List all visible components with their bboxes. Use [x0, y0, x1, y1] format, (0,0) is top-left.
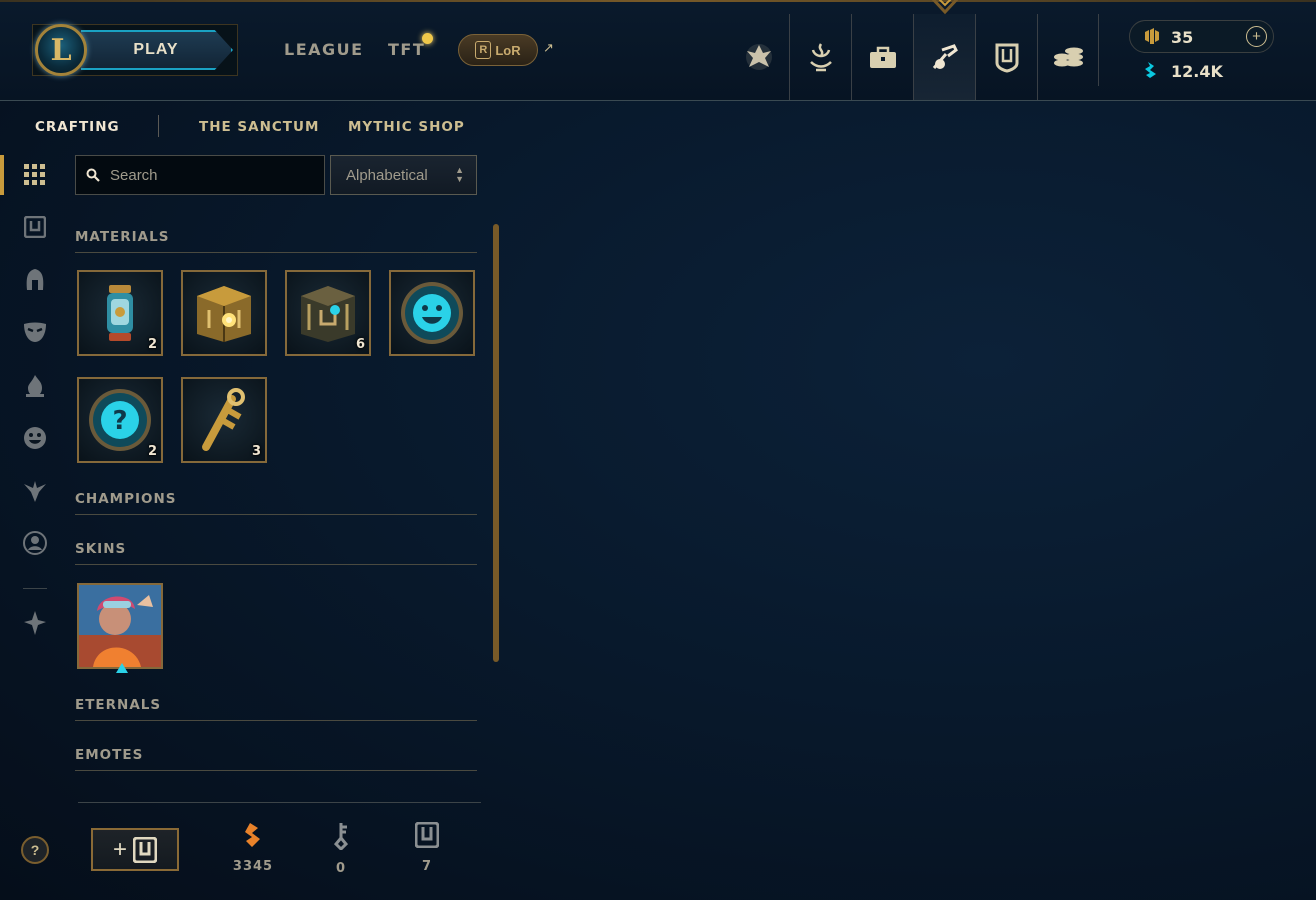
material-tile[interactable] — [389, 270, 475, 356]
key-fragment-icon — [202, 388, 245, 451]
external-link-icon: ↗ — [543, 40, 554, 55]
chest-icon — [414, 821, 440, 849]
profile-icon[interactable] — [790, 14, 852, 100]
rarity-gem-icon — [116, 663, 128, 673]
store-icon[interactable] — [1038, 14, 1100, 100]
eternals-flame-icon[interactable] — [22, 373, 48, 399]
lor-button[interactable]: R LoR — [458, 34, 538, 66]
search-icon — [86, 168, 100, 182]
main-icon-nav — [728, 14, 1100, 100]
chest-stat: 7 — [397, 821, 457, 874]
key-stat: 0 — [311, 822, 371, 876]
material-tile[interactable]: 2 — [77, 270, 163, 356]
key-icon — [333, 823, 349, 852]
plus-label: + — [112, 835, 127, 863]
rp-balance: 35 — [1171, 28, 1194, 47]
section-skins[interactable]: SKINS — [75, 541, 477, 565]
section-champions[interactable]: CHAMPIONS — [75, 491, 477, 515]
loot-icon[interactable] — [914, 14, 976, 100]
search-box[interactable] — [75, 155, 325, 195]
search-input[interactable] — [110, 166, 310, 184]
help-button[interactable]: ? — [21, 836, 49, 864]
orange-essence-icon — [245, 823, 260, 847]
lor-logo-icon: R — [475, 41, 492, 59]
orange-essence-stat: 3345 — [223, 822, 283, 874]
tab-the-sanctum[interactable]: THE SANCTUM — [199, 119, 319, 135]
footer-divider — [78, 802, 481, 803]
item-count: 6 — [355, 337, 365, 352]
other-items-icon[interactable] — [22, 610, 48, 636]
add-rp-button[interactable]: + — [1246, 26, 1267, 47]
be-balance: 12.4K — [1171, 62, 1223, 81]
sort-dropdown[interactable]: Alphabetical ▲ ▼ — [330, 155, 477, 195]
item-count: 3 — [251, 444, 261, 459]
rail-active-indicator — [0, 155, 4, 195]
ward-icon[interactable] — [22, 478, 48, 504]
svg-text:?: ? — [112, 406, 127, 436]
nav-league[interactable]: LEAGUE — [284, 40, 364, 59]
section-materials[interactable]: MATERIALS — [75, 229, 477, 253]
tab-mythic-shop[interactable]: MYTHIC SHOP — [348, 119, 465, 135]
sort-value: Alphabetical — [346, 166, 428, 184]
nav-tft[interactable]: TFT — [388, 40, 425, 59]
item-count: 2 — [147, 337, 157, 352]
subtab-divider — [158, 115, 159, 137]
material-tile[interactable]: ? 2 — [77, 377, 163, 463]
skin-mask-icon[interactable] — [22, 319, 48, 345]
lor-label: LoR — [495, 42, 521, 58]
emote-face-icon[interactable] — [22, 425, 48, 451]
chest-value: 7 — [421, 859, 433, 874]
emote-orb-icon — [401, 282, 463, 344]
material-tile[interactable] — [181, 270, 267, 356]
home-icon[interactable] — [728, 14, 790, 100]
chest-icon — [133, 836, 157, 863]
material-tile[interactable]: 3 — [181, 377, 267, 463]
capsule-icon — [107, 285, 133, 341]
all-items-grid-icon[interactable] — [22, 162, 48, 188]
material-tile[interactable]: 6 — [285, 270, 371, 356]
section-emotes[interactable]: EMOTES — [75, 747, 477, 771]
hextech-chest-icon — [301, 286, 355, 342]
rp-icon — [1145, 28, 1159, 44]
orange-essence-value: 3345 — [232, 859, 274, 874]
section-eternals[interactable]: ETERNALS — [75, 697, 477, 721]
masterwork-chest-icon — [197, 286, 251, 342]
scrollbar[interactable] — [493, 224, 499, 662]
tab-crafting[interactable]: CRAFTING — [35, 119, 120, 135]
champion-helmet-icon[interactable] — [22, 267, 48, 293]
top-divider — [1098, 14, 1099, 86]
league-logo-icon[interactable]: L — [35, 24, 87, 76]
key-value: 0 — [335, 861, 347, 876]
play-button[interactable]: PLAY — [81, 30, 233, 70]
skin-portrait-icon — [79, 585, 161, 667]
notification-dot — [422, 33, 433, 44]
icon-profile-icon[interactable] — [22, 530, 48, 556]
hextech-chest-icon[interactable] — [976, 14, 1038, 100]
rail-divider — [23, 588, 47, 589]
skin-tile[interactable] — [77, 583, 163, 673]
top-bar: PLAY L LEAGUE TFT R LoR ↗ 35 + 12.4K — [0, 0, 1316, 101]
mystery-orb-icon: ? — [89, 389, 151, 451]
collection-icon[interactable] — [852, 14, 914, 100]
blue-essence-icon — [1145, 62, 1156, 78]
play-button-container[interactable]: PLAY L — [32, 24, 238, 76]
up-down-arrows-icon: ▲ ▼ — [455, 165, 464, 184]
item-count: 2 — [147, 444, 157, 459]
chest-filter-icon[interactable] — [22, 214, 48, 240]
add-chest-button[interactable]: + — [91, 828, 179, 871]
